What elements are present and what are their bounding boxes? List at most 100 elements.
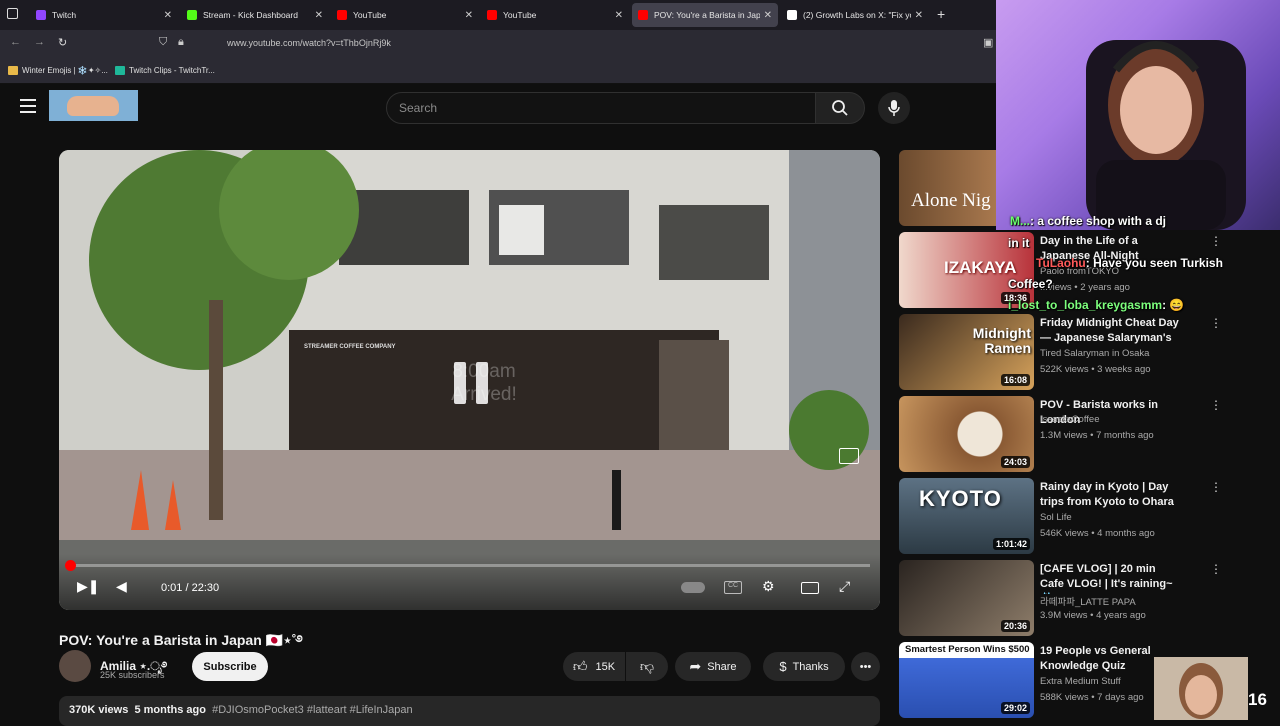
theater-mode-icon[interactable] — [801, 582, 819, 594]
recommendation-title[interactable]: Rainy day in Kyoto | Day trips from Kyot… — [1040, 480, 1180, 512]
search-button[interactable] — [815, 92, 865, 124]
miniplayer-icon[interactable] — [839, 448, 859, 464]
reload-icon[interactable]: ↻ — [58, 36, 67, 49]
more-icon: ••• — [859, 660, 872, 673]
tab-kick[interactable]: Stream - Kick Dashboard ✕ — [181, 3, 329, 27]
microphone-icon — [888, 100, 900, 116]
back-icon[interactable]: ← — [10, 36, 21, 48]
tab-active-video[interactable]: POV: You're a Barista in Jap ✕ — [632, 3, 778, 27]
list-item[interactable]: 24:03 POV - Barista works in London Issa… — [899, 396, 1222, 472]
video-thumbnail[interactable]: 24:03 — [899, 396, 1034, 472]
picture-in-picture-icon[interactable]: ▣ — [983, 36, 993, 49]
avatar[interactable] — [59, 650, 91, 682]
menu-icon[interactable] — [20, 99, 36, 113]
upload-age: 5 months ago — [134, 704, 206, 716]
video-thumbnail[interactable]: 20:36 — [899, 560, 1034, 636]
fullscreen-icon[interactable]: ⤢ — [839, 578, 850, 595]
youtube-icon — [337, 10, 347, 20]
progress-bar[interactable] — [65, 560, 870, 571]
tab-list-icon[interactable] — [7, 8, 18, 19]
close-icon[interactable]: ✕ — [164, 10, 172, 21]
subscribe-button[interactable]: Subscribe — [192, 652, 268, 681]
new-tab-icon[interactable]: + — [937, 6, 945, 22]
list-item[interactable]: 20:36 [CAFE VLOG] | 20 min Cafe VLOG! | … — [899, 560, 1222, 636]
video-player[interactable]: STREAMER COFFEE COMPANY 8:00am Arrived! … — [59, 150, 880, 610]
thanks-button[interactable]: $ Thanks — [763, 652, 845, 681]
more-options-icon[interactable]: ⋮ — [1210, 562, 1222, 576]
storefront-sign: STREAMER COFFEE COMPANY — [304, 344, 396, 350]
duration-badge: 24:03 — [1000, 456, 1030, 468]
time-display: 0:01 / 22:30 — [161, 582, 220, 594]
thumbnail-text: IZAKAYA — [944, 258, 1017, 277]
channel-logo[interactable] — [49, 90, 138, 121]
settings-icon[interactable]: ⚙ — [762, 578, 775, 595]
autoplay-toggle[interactable] — [681, 582, 705, 593]
chat-message: in it — [1008, 236, 1030, 250]
more-options-icon[interactable]: ⋮ — [1210, 234, 1222, 248]
bookmark-winter-emojis[interactable]: Winter Emojis | ❄️✦✧... — [8, 66, 108, 75]
volume-icon[interactable]: ◀︎ — [116, 578, 127, 595]
close-icon[interactable]: ✕ — [315, 10, 323, 21]
more-options-icon[interactable]: ⋮ — [1210, 398, 1222, 412]
close-icon[interactable]: ✕ — [764, 10, 772, 21]
thumbnail-text: Midnight Ramen — [972, 325, 1031, 356]
kick-icon — [187, 10, 197, 20]
list-item[interactable]: Midnight Ramen 16:08 Friday Midnight Che… — [899, 314, 1222, 390]
tab-twitch[interactable]: Twitch ✕ — [30, 3, 178, 27]
recommendation-channel[interactable]: Extra Medium Stuff — [1040, 676, 1121, 687]
close-icon[interactable]: ✕ — [915, 10, 923, 21]
recommendation-meta: ...views • 2 years ago — [1040, 282, 1130, 293]
dislike-button[interactable]: 👎︎ — [626, 652, 668, 681]
secondary-webcam-figure — [1179, 663, 1223, 719]
more-actions-button[interactable]: ••• — [851, 652, 880, 681]
tab-youtube-2[interactable]: YouTube ✕ — [481, 3, 629, 27]
recommendation-meta: 522K views • 3 weeks ago — [1040, 364, 1151, 375]
recommendation-channel[interactable]: Sol Life — [1040, 512, 1072, 523]
recommendation-channel[interactable]: 라떼파파_LATTE PAPA — [1040, 594, 1136, 608]
recommendation-title[interactable]: [CAFE VLOG] | 20 min Cafe VLOG! | It's r… — [1040, 562, 1180, 594]
like-button[interactable]: 👍︎ 15K — [563, 652, 625, 681]
secondary-webcam — [1154, 657, 1248, 720]
close-icon[interactable]: ✕ — [615, 10, 623, 21]
twitchtracker-icon — [115, 66, 125, 75]
captions-icon[interactable]: CC — [724, 581, 742, 594]
recommendation-channel[interactable]: Tired Salaryman in Osaka — [1040, 348, 1149, 359]
share-button[interactable]: ➦ Share — [675, 652, 751, 681]
youtube-icon — [487, 10, 497, 20]
x-logo-icon — [787, 10, 797, 20]
twitch-icon — [36, 10, 46, 20]
thumbs-down-icon: 👎︎ — [639, 658, 655, 674]
recommendation-meta: 3.9M views • 4 years ago — [1040, 610, 1146, 621]
share-icon: ➦ — [689, 658, 702, 674]
video-thumbnail[interactable]: Smartest Person Wins $500 29:02 — [899, 642, 1034, 718]
video-title: POV: You're a Barista in Japan 🇯🇵⋆˚࿔ — [59, 632, 303, 648]
description-box[interactable]: 370K views 5 months ago #DJIOsmoPocket3 … — [59, 696, 880, 726]
video-thumbnail[interactable]: KYOTO 1:01:42 — [899, 478, 1034, 554]
shield-icon[interactable]: ⛉ — [159, 36, 167, 49]
tab-x[interactable]: (2) Growth Labs on X: "Fix your ✕ — [781, 3, 929, 27]
hashtags[interactable]: #DJIOsmoPocket3 #latteart #LifeInJapan — [212, 704, 413, 716]
close-icon[interactable]: ✕ — [465, 10, 473, 21]
url-bar[interactable]: www.youtube.com/watch?v=tThbOjnRj9k — [227, 38, 391, 48]
scrubber-handle[interactable] — [65, 560, 76, 571]
list-item[interactable]: KYOTO 1:01:42 Rainy day in Kyoto | Day t… — [899, 478, 1222, 554]
view-count: 370K views — [69, 704, 129, 716]
tab-youtube-1[interactable]: YouTube ✕ — [331, 3, 479, 27]
play-pause-button[interactable]: ▶❚ — [77, 578, 100, 595]
viewer-counter: 16 — [1248, 690, 1267, 709]
duration-badge: 29:02 — [1000, 702, 1030, 714]
pause-indicator — [454, 362, 488, 404]
more-options-icon[interactable]: ⋮ — [1210, 316, 1222, 330]
duration-badge: 20:36 — [1000, 620, 1030, 632]
voice-search-button[interactable] — [878, 92, 910, 124]
bookmark-twitch-clips[interactable]: Twitch Clips - TwitchTr... — [115, 66, 215, 75]
forward-icon[interactable]: → — [34, 36, 45, 48]
search-input[interactable]: Search — [386, 92, 816, 124]
lock-icon[interactable]: 🔒︎ — [178, 36, 184, 49]
duration-badge: 16:08 — [1000, 374, 1030, 386]
recommendation-title[interactable]: Friday Midnight Cheat Day — Japanese Sal… — [1040, 316, 1180, 348]
more-options-icon[interactable]: ⋮ — [1210, 480, 1222, 494]
list-item[interactable]: IZAKAYA 18:36 Day in the Life of a Japan… — [899, 232, 1222, 308]
video-thumbnail[interactable]: Midnight Ramen 16:08 — [899, 314, 1034, 390]
recommendation-channel[interactable]: IssackxCoffee — [1040, 414, 1100, 425]
